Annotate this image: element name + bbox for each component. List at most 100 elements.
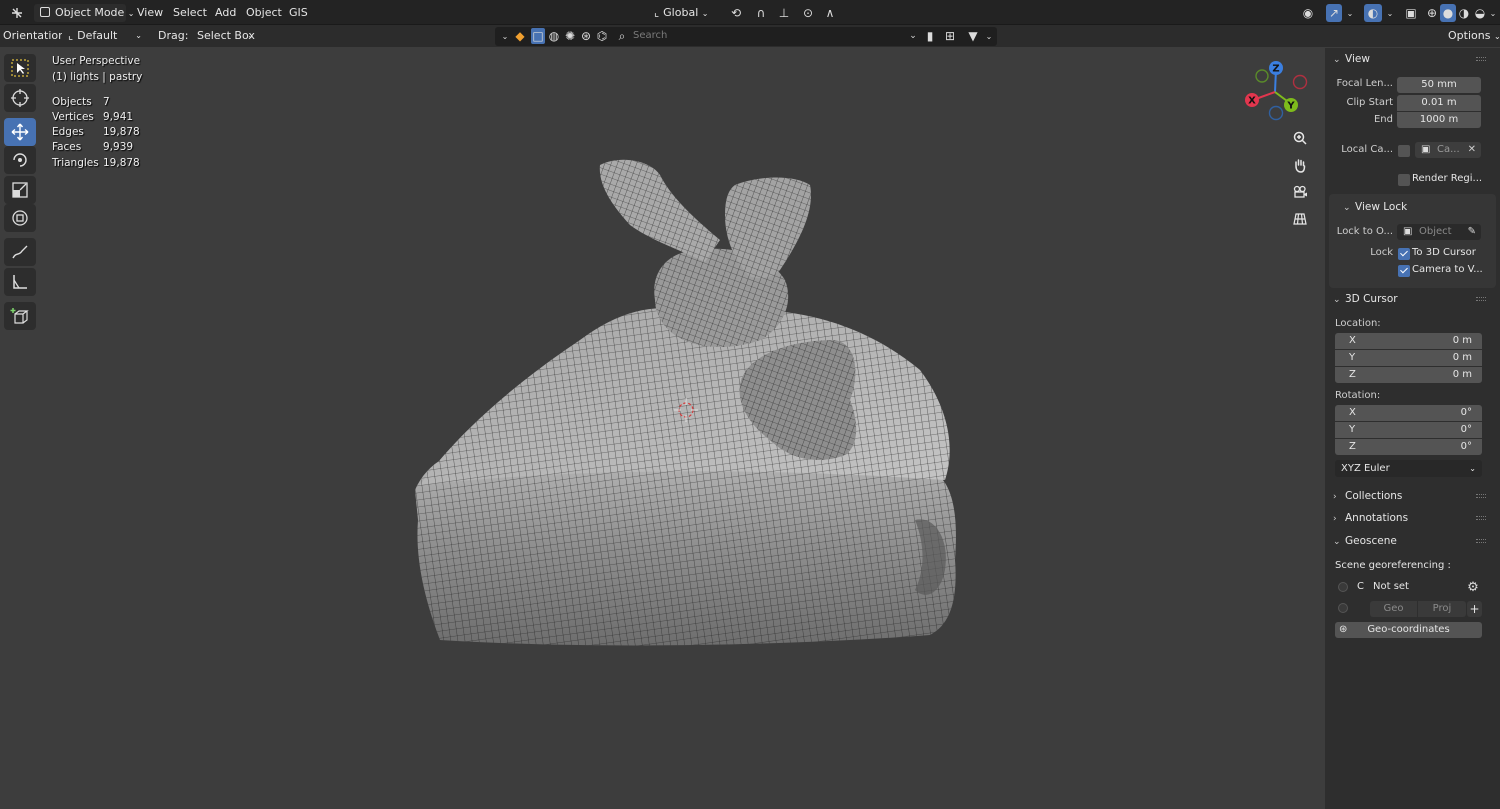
- eyedropper-icon[interactable]: ✎: [1468, 224, 1476, 240]
- scale-tool[interactable]: [4, 176, 36, 204]
- transform-tool[interactable]: [4, 204, 36, 232]
- geo-coordinates-button[interactable]: ⊛ Geo-coordinates: [1335, 622, 1482, 638]
- select-mode-icon[interactable]: □: [531, 28, 545, 44]
- rotate-tool[interactable]: [4, 146, 36, 174]
- menu-select[interactable]: Select: [173, 4, 207, 22]
- collections-panel-header[interactable]: › Collections: [1333, 487, 1402, 505]
- zoom-icon[interactable]: [1289, 127, 1311, 149]
- search-input[interactable]: Search: [633, 28, 901, 44]
- grease-pencil-icon[interactable]: ⌬: [595, 28, 609, 44]
- clip-start-field[interactable]: 0.01 m: [1397, 95, 1481, 111]
- drag-grip-icon[interactable]: [1476, 297, 1486, 301]
- overlay-toggle-icon[interactable]: ◐: [1364, 4, 1382, 22]
- rendered-shading-icon[interactable]: ◒: [1472, 4, 1488, 22]
- lights-icon[interactable]: ✺: [563, 28, 577, 44]
- gizmo-y-axis[interactable]: Y: [1284, 98, 1298, 112]
- clear-icon[interactable]: ✕: [1468, 142, 1476, 158]
- geo-button[interactable]: Geo: [1370, 601, 1417, 617]
- lock-to-object-placeholder: Object: [1419, 226, 1452, 237]
- mode-dropdown[interactable]: Object Mode ⌄: [34, 4, 135, 22]
- view-lock-header[interactable]: ⌄ View Lock: [1343, 198, 1407, 216]
- camera-to-view-checkbox[interactable]: [1398, 265, 1410, 277]
- local-camera-field[interactable]: ▣ Ca... ✕: [1415, 142, 1481, 158]
- clip-end-label: End: [1373, 114, 1393, 125]
- select-box-tool[interactable]: [4, 54, 36, 82]
- gizmo-z-axis[interactable]: Z: [1269, 61, 1283, 75]
- proj-button[interactable]: Proj: [1418, 601, 1466, 617]
- gizmo-dropdown-icon[interactable]: ⌄: [1344, 4, 1356, 22]
- geoscene-panel-header[interactable]: ⌄ Geoscene: [1333, 532, 1397, 550]
- location-y-field[interactable]: Y 0 m: [1335, 350, 1482, 366]
- lock-to-object-field[interactable]: ▣ Object ✎: [1397, 224, 1481, 240]
- navigation-gizmo[interactable]: Z X Y: [1240, 58, 1310, 124]
- annotations-panel-header[interactable]: › Annotations: [1333, 509, 1408, 527]
- add-cube-tool[interactable]: [4, 302, 36, 330]
- shading-dropdown-icon[interactable]: ⌄: [1488, 4, 1498, 22]
- menu-gis[interactable]: GIS: [289, 4, 308, 22]
- rotation-z-field[interactable]: Z 0°: [1335, 439, 1482, 455]
- drag-grip-icon[interactable]: [1476, 57, 1486, 61]
- camera-view-icon[interactable]: [1289, 181, 1311, 203]
- annotate-tool[interactable]: [4, 238, 36, 266]
- filter-icon[interactable]: ▼: [963, 28, 983, 44]
- editor-type-icon[interactable]: [4, 4, 30, 22]
- rotation-y-field[interactable]: Y 0°: [1335, 422, 1482, 438]
- material-shading-icon[interactable]: ◑: [1456, 4, 1472, 22]
- gear-icon[interactable]: ⚙: [1465, 579, 1481, 595]
- local-camera-checkbox[interactable]: [1398, 145, 1410, 157]
- proportional-edit-icon[interactable]: ⊙: [800, 4, 816, 22]
- toolbar-collapse-icon[interactable]: ⌄: [498, 28, 512, 44]
- cursor-tool[interactable]: [4, 84, 36, 112]
- pan-hand-icon[interactable]: [1289, 154, 1311, 176]
- search-dropdown-icon[interactable]: ⌄: [905, 28, 921, 44]
- location-z-field[interactable]: Z 0 m: [1335, 367, 1482, 383]
- drag-grip-icon[interactable]: [1476, 494, 1486, 498]
- measure-tool[interactable]: [4, 268, 36, 296]
- transform-orientation-dropdown[interactable]: ⌞ Global ⌄: [648, 4, 718, 22]
- gizmo-toggle-icon[interactable]: ↗: [1326, 4, 1342, 22]
- xray-icon[interactable]: ▣: [1403, 4, 1419, 22]
- options-dropdown[interactable]: Options ⌄: [1448, 27, 1500, 45]
- snap-target-icon[interactable]: ⊥: [772, 4, 796, 22]
- lock-to-cursor-checkbox[interactable]: [1398, 248, 1410, 260]
- georef-label: Scene georeferencing :: [1335, 560, 1451, 571]
- snap-icon[interactable]: ∩: [752, 4, 770, 22]
- move-tool[interactable]: [4, 118, 36, 146]
- visibility-icon[interactable]: ◉: [1294, 4, 1322, 22]
- menu-view[interactable]: View: [137, 4, 163, 22]
- drag-value: Select Box: [197, 29, 255, 42]
- location-x-field[interactable]: X 0 m: [1335, 333, 1482, 349]
- sphere-icon[interactable]: ◍: [547, 28, 561, 44]
- rotation-mode-dropdown[interactable]: XYZ Euler ⌄: [1335, 460, 1482, 477]
- focal-length-field[interactable]: 50 mm: [1397, 77, 1481, 93]
- ortho-grid-icon[interactable]: [1289, 208, 1311, 230]
- search-placeholder: Search: [633, 30, 668, 41]
- drag-grip-icon[interactable]: [1476, 516, 1486, 520]
- overlay-dropdown-icon[interactable]: ⌄: [1384, 4, 1396, 22]
- menu-add[interactable]: Add: [215, 4, 236, 22]
- drag-dropdown[interactable]: Select Box ⌄: [191, 27, 258, 45]
- object-type-icon[interactable]: ◆: [513, 28, 527, 44]
- world-icon[interactable]: ⊛: [579, 28, 593, 44]
- axis-value: 0 m: [1452, 369, 1472, 380]
- bookmark-icon[interactable]: ▮: [923, 28, 937, 44]
- orientation-dropdown[interactable]: ⌞ Default ⌄: [62, 27, 146, 45]
- solid-shading-icon[interactable]: ●: [1440, 4, 1456, 22]
- rotation-x-field[interactable]: X 0°: [1335, 405, 1482, 421]
- view-panel-header[interactable]: ⌄ View: [1333, 50, 1370, 68]
- menu-object[interactable]: Object: [246, 4, 282, 22]
- pivot-point-icon[interactable]: ⟲: [722, 4, 750, 22]
- wireframe-shading-icon[interactable]: ⊕: [1424, 4, 1440, 22]
- filter-dropdown-icon[interactable]: ⌄: [983, 28, 995, 44]
- clip-end-field[interactable]: 1000 m: [1397, 112, 1481, 128]
- drag-grip-icon[interactable]: [1476, 539, 1486, 543]
- camera-to-view-label: Camera to V...: [1412, 264, 1483, 275]
- falloff-icon[interactable]: ∧: [818, 4, 842, 22]
- axis-label: Y: [1349, 424, 1356, 435]
- 3d-cursor-panel-header[interactable]: ⌄ 3D Cursor: [1333, 290, 1398, 308]
- layout-icon[interactable]: ⊞: [939, 28, 961, 44]
- axis-label: Y: [1349, 352, 1356, 363]
- render-region-checkbox[interactable]: [1398, 174, 1410, 186]
- add-icon[interactable]: +: [1467, 601, 1482, 617]
- gizmo-x-axis[interactable]: X: [1245, 93, 1259, 107]
